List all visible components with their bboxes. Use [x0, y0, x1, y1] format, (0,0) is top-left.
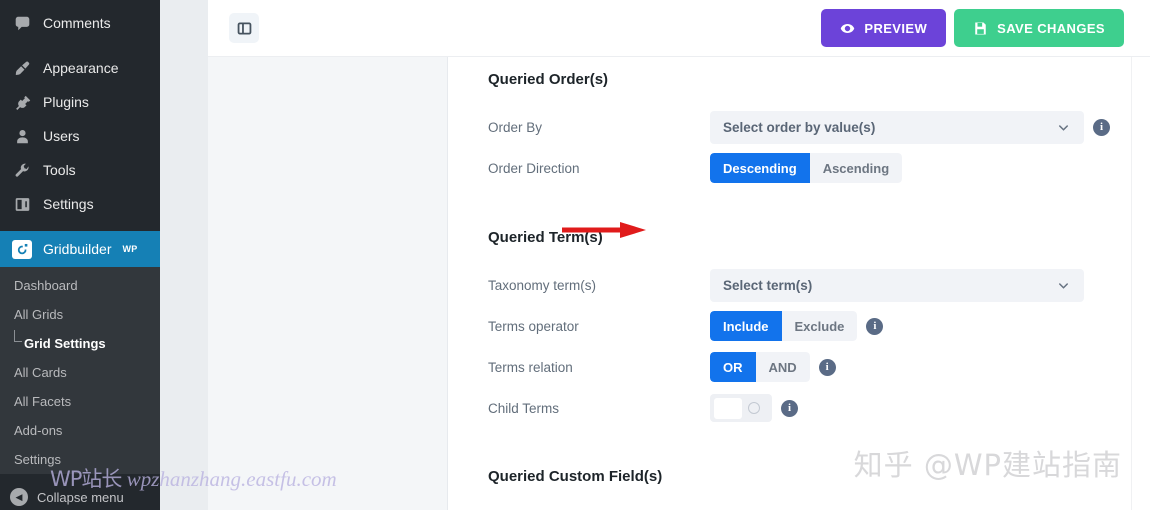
body-split: Queried Order(s) Order By Select order b…	[208, 57, 1150, 510]
form-row-order-by: Order By Select order by value(s) i	[488, 110, 1150, 144]
eye-icon	[840, 21, 855, 36]
form-row-taxonomy-terms: Taxonomy term(s) Select term(s)	[488, 268, 1150, 302]
sidebar-item-label: Comments	[43, 15, 111, 31]
settings-side-pane	[208, 57, 448, 510]
form-row-control: OR AND i	[710, 352, 836, 382]
chevron-down-icon	[1056, 278, 1071, 293]
wrench-icon	[12, 160, 32, 180]
terms-relation-segmented: OR AND	[710, 352, 810, 382]
form-row-order-direction: Order Direction Descending Ascending	[488, 151, 1150, 185]
sidebar-item-label: Settings	[43, 196, 94, 212]
info-icon[interactable]: i	[818, 358, 836, 376]
submenu-item-settings[interactable]: Settings	[0, 445, 160, 474]
toggle-knob	[714, 397, 742, 419]
form-row-control: Include Exclude i	[710, 311, 884, 341]
form-row-label: Terms relation	[488, 359, 573, 375]
submenu-item-add-ons[interactable]: Add-ons	[0, 416, 160, 445]
sidebar-item-users[interactable]: Users	[0, 119, 160, 153]
form-row-control: Descending Ascending	[710, 153, 903, 183]
save-changes-button[interactable]: SAVE CHANGES	[954, 9, 1124, 47]
form-row-control: Select order by value(s) i	[710, 110, 1110, 144]
section-title-queried-terms: Queried Term(s)	[488, 229, 603, 246]
plug-icon	[12, 92, 32, 112]
panel-left-toggle-icon[interactable]	[229, 13, 259, 43]
sidebar-item-label: Appearance	[43, 60, 119, 76]
submenu-item-all-facets[interactable]: All Facets	[0, 387, 160, 416]
preview-button[interactable]: PREVIEW	[821, 9, 947, 47]
sidebar-item-tools[interactable]: Tools	[0, 153, 160, 187]
terms-relation-option-and[interactable]: AND	[755, 352, 810, 382]
chevron-down-icon	[1056, 120, 1071, 135]
wp-admin-sidebar: Comments Appearance Plugins Users Tools …	[0, 0, 160, 510]
terms-operator-segmented: Include Exclude	[710, 311, 858, 341]
form-row-child-terms: Child Terms i	[488, 391, 1150, 425]
sidebar-item-label: Tools	[43, 162, 76, 178]
order-direction-segmented: Descending Ascending	[710, 153, 903, 183]
submenu-item-all-grids[interactable]: All Grids	[0, 300, 160, 329]
form-row-terms-operator: Terms operator Include Exclude i	[488, 309, 1150, 343]
sliders-icon	[12, 194, 32, 214]
gridbuilder-icon	[12, 239, 32, 259]
section-title-queried-custom-fields: Queried Custom Field(s)	[488, 468, 663, 485]
sidebar-item-label: Users	[43, 128, 80, 144]
chevron-left-icon: ◀	[10, 488, 28, 506]
form-row-control: Select term(s)	[710, 268, 1084, 302]
sidebar-submenu: Dashboard All Grids Grid Settings All Ca…	[0, 267, 160, 474]
taxonomy-terms-select-value: Select term(s)	[723, 277, 813, 293]
order-direction-option-descending[interactable]: Descending	[710, 153, 810, 183]
collapse-menu-button[interactable]: ◀ Collapse menu	[0, 488, 124, 506]
paintbrush-icon	[12, 58, 32, 78]
left-rail	[160, 0, 208, 510]
info-icon[interactable]: i	[866, 317, 884, 335]
terms-operator-option-exclude[interactable]: Exclude	[781, 311, 858, 341]
form-row-label: Order Direction	[488, 160, 580, 176]
main-region: PREVIEW SAVE CHANGES Queried Order(s) Or…	[208, 0, 1150, 510]
form-row-label: Order By	[488, 119, 543, 135]
save-changes-button-label: SAVE CHANGES	[997, 20, 1105, 36]
order-by-select[interactable]: Select order by value(s)	[710, 110, 1084, 144]
form-row-control: i	[710, 394, 798, 422]
info-icon[interactable]: i	[1093, 118, 1110, 136]
app-root: Comments Appearance Plugins Users Tools …	[0, 0, 1150, 510]
submenu-item-grid-settings[interactable]: Grid Settings	[0, 329, 160, 358]
form-row-label: Taxonomy term(s)	[488, 277, 597, 293]
sidebar-item-label: Gridbuilder	[43, 241, 112, 257]
content-right-edge	[1131, 57, 1150, 510]
order-direction-option-ascending[interactable]: Ascending	[809, 153, 903, 183]
terms-relation-option-or[interactable]: OR	[710, 352, 756, 382]
collapse-menu-label: Collapse menu	[37, 489, 124, 505]
order-by-select-value: Select order by value(s)	[723, 119, 876, 135]
form-row-label: Child Terms	[488, 400, 560, 416]
info-icon[interactable]: i	[781, 399, 798, 417]
toggle-off-indicator-icon	[748, 402, 760, 414]
submenu-item-dashboard[interactable]: Dashboard	[0, 271, 160, 300]
sidebar-item-settings[interactable]: Settings	[0, 187, 160, 221]
section-title-queried-orders: Queried Order(s)	[488, 71, 609, 88]
sidebar-item-comments[interactable]: Comments	[0, 6, 160, 40]
sidebar-item-label: Plugins	[43, 94, 89, 110]
user-icon	[12, 126, 32, 146]
form-row-terms-relation: Terms relation OR AND i	[488, 350, 1150, 384]
submenu-item-all-cards[interactable]: All Cards	[0, 358, 160, 387]
settings-form-pane: Queried Order(s) Order By Select order b…	[448, 57, 1150, 510]
floppy-disk-icon	[973, 21, 988, 36]
taxonomy-terms-select[interactable]: Select term(s)	[710, 268, 1084, 302]
sidebar-item-sup: WP	[122, 244, 138, 254]
sidebar-item-plugins[interactable]: Plugins	[0, 85, 160, 119]
child-terms-toggle[interactable]	[710, 394, 772, 422]
sidebar-item-gridbuilder[interactable]: Gridbuilder WP	[0, 231, 160, 267]
comment-icon	[12, 13, 32, 33]
terms-operator-option-include[interactable]: Include	[710, 311, 782, 341]
preview-button-label: PREVIEW	[864, 20, 928, 36]
sidebar-item-appearance[interactable]: Appearance	[0, 51, 160, 85]
top-toolbar: PREVIEW SAVE CHANGES	[208, 0, 1150, 57]
form-row-label: Terms operator	[488, 318, 579, 334]
